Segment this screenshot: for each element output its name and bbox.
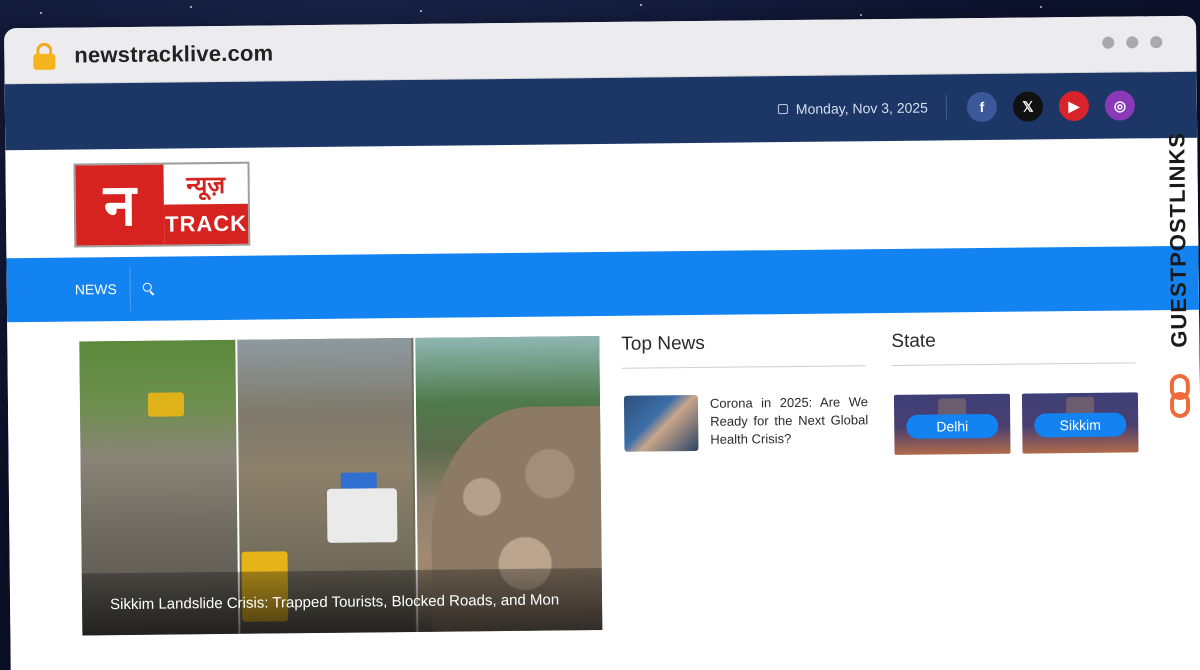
state-label: Delhi [906,413,999,439]
logo-track-text: TRACK [163,203,249,245]
lock-icon [30,40,58,70]
date-text: Monday, Nov 3, 2025 [795,99,928,117]
top-bar: Monday, Nov 3, 2025 f 𝕏 ▶ ◎ [4,71,1198,151]
x-icon[interactable]: 𝕏 [1012,91,1044,122]
state-card-delhi[interactable]: Delhi [893,393,1011,455]
site-page: Monday, Nov 3, 2025 f 𝕏 ▶ ◎ न न्यूज़ TRA… [4,71,1200,670]
excavator-shape [147,392,185,417]
url-text[interactable]: newstracklive.com [74,40,273,68]
logo-mark: न [75,164,165,246]
window-dot[interactable] [1126,36,1139,49]
divider [945,94,948,121]
site-logo[interactable]: न न्यूज़ TRACK [73,161,251,248]
news-thumbnail [623,394,699,452]
browser-window: newstracklive.com Monday, Nov 3, 2025 f … [4,15,1200,670]
vehicle-shape [340,472,377,489]
social-links: f 𝕏 ▶ ◎ [966,90,1136,123]
hero-caption: Sikkim Landslide Crisis: Trapped Tourist… [81,568,603,636]
divider [129,266,131,311]
list-item[interactable]: Corona in 2025: Are We Ready for the Nex… [623,393,869,452]
vehicle-shape [326,488,398,543]
date-display: Monday, Nov 3, 2025 [777,99,928,118]
youtube-icon[interactable]: ▶ [1058,90,1090,122]
divider [891,362,1136,366]
state-label: Sikkim [1034,412,1127,438]
state-card-sikkim[interactable]: Sikkim [1021,392,1139,454]
window-dot[interactable] [1150,36,1163,49]
calendar-icon [777,104,788,115]
divider [621,365,866,369]
window-dot[interactable] [1102,36,1115,49]
nav-item-news[interactable]: NEWS [75,281,130,297]
window-controls [1102,36,1163,49]
header: न न्यूज़ TRACK [5,138,1198,258]
state-heading: State [891,330,936,352]
top-news-heading: Top News [621,332,705,355]
main-nav: NEWS [6,245,1200,323]
hero-story[interactable]: Sikkim Landslide Crisis: Trapped Tourist… [79,336,603,636]
link-icon [1168,373,1192,420]
search-icon[interactable] [142,282,155,296]
hero-title[interactable]: Sikkim Landslide Crisis: Trapped Tourist… [110,591,559,613]
news-title[interactable]: Corona in 2025: Are We Ready for the Nex… [710,393,869,451]
instagram-icon[interactable]: ◎ [1104,90,1136,121]
logo-hindi-text: न्यूज़ [186,170,226,199]
facebook-icon[interactable]: f [966,91,998,123]
